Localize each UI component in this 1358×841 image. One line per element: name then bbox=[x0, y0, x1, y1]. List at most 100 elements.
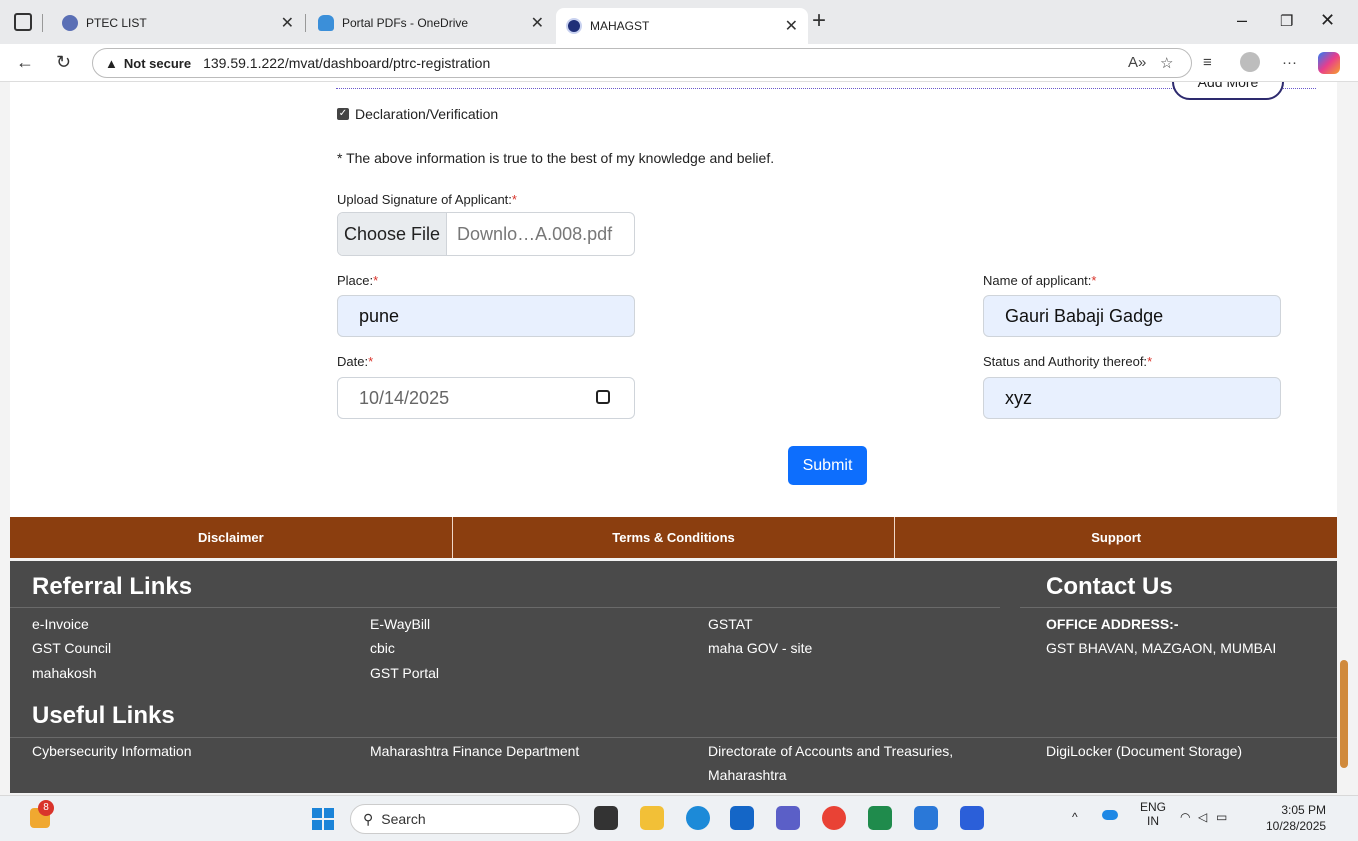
gstat-link[interactable]: GSTAT bbox=[708, 616, 753, 632]
refresh-icon[interactable]: ↻ bbox=[56, 52, 71, 73]
scrollbar-thumb[interactable] bbox=[1340, 660, 1348, 768]
registration-form: Add More ✓ Declaration/Verification * Th… bbox=[10, 82, 1337, 517]
search-placeholder: Search bbox=[381, 811, 426, 827]
restore-button[interactable]: ❐ bbox=[1280, 12, 1293, 30]
more-options-icon[interactable]: ··· bbox=[1282, 54, 1297, 71]
required-mark: * bbox=[511, 192, 517, 207]
applicant-label-text: Name of applicant: bbox=[983, 273, 1092, 288]
battery-icon[interactable]: ▭ bbox=[1216, 810, 1227, 824]
read-aloud-icon[interactable]: A» bbox=[1128, 54, 1146, 71]
choose-file-button[interactable]: Choose File bbox=[338, 213, 448, 255]
gst-council-link[interactable]: GST Council bbox=[32, 640, 111, 656]
required-mark: * bbox=[368, 354, 374, 369]
tab-divider bbox=[42, 14, 43, 32]
address-bar[interactable]: ▲ Not secure 139.59.1.222/mvat/dashboard… bbox=[92, 48, 1192, 78]
windows-taskbar: 8 ⚲ Search ^ ENG IN ◠ ◁ ▭ 3:05 PM 10/28/… bbox=[0, 795, 1358, 841]
word-icon[interactable] bbox=[960, 806, 984, 830]
tab-divider bbox=[305, 14, 306, 32]
status-authority-input[interactable]: xyz bbox=[983, 377, 1281, 419]
favorites-list-icon[interactable]: ≡ bbox=[1203, 54, 1212, 71]
file-explorer-icon[interactable] bbox=[640, 806, 664, 830]
declaration-checkbox-row[interactable]: ✓ Declaration/Verification bbox=[337, 106, 498, 122]
declaration-checkbox[interactable]: ✓ bbox=[337, 108, 349, 120]
taskbar-search[interactable]: ⚲ Search bbox=[350, 804, 580, 834]
disclaimer-link[interactable]: Disclaimer bbox=[10, 517, 453, 558]
url-text[interactable]: 139.59.1.222/mvat/dashboard/ptrc-registr… bbox=[203, 55, 490, 71]
taskbar-clock[interactable]: 3:05 PM 10/28/2025 bbox=[1266, 802, 1326, 834]
copilot-icon[interactable] bbox=[1318, 52, 1340, 74]
close-tab-icon[interactable]: ✕ bbox=[785, 16, 798, 36]
date-input[interactable]: 10/14/2025 bbox=[337, 377, 635, 419]
add-more-button[interactable]: Add More bbox=[1172, 82, 1284, 100]
useful-links-heading: Useful Links bbox=[32, 702, 175, 729]
status-label-text: Status and Authority thereof: bbox=[983, 354, 1148, 369]
section-divider bbox=[336, 88, 1316, 89]
accounts-treasuries-link[interactable]: Directorate of Accounts and Treasuries, bbox=[708, 743, 953, 759]
footer-divider bbox=[10, 607, 1000, 608]
footer-divider bbox=[10, 737, 1337, 738]
notification-badge: 8 bbox=[38, 800, 54, 816]
close-tab-icon[interactable]: ✕ bbox=[531, 13, 544, 33]
new-tab-button[interactable]: + bbox=[812, 8, 826, 34]
declaration-note: * The above information is true to the b… bbox=[337, 150, 775, 166]
mahakosh-link[interactable]: mahakosh bbox=[32, 665, 97, 681]
selected-file-name: Downlo…A.008.pdf bbox=[457, 223, 613, 244]
wifi-icon[interactable]: ◠ bbox=[1180, 810, 1190, 824]
maha-gov-site-link[interactable]: maha GOV - site bbox=[708, 640, 812, 656]
outlook-icon[interactable] bbox=[730, 806, 754, 830]
minimize-button[interactable]: – bbox=[1237, 10, 1247, 31]
date-label-text: Date: bbox=[337, 354, 369, 369]
submit-button[interactable]: Submit bbox=[788, 446, 867, 485]
e-waybill-link[interactable]: E-WayBill bbox=[370, 616, 430, 632]
mahagst-favicon-icon bbox=[62, 15, 78, 31]
profile-avatar[interactable] bbox=[1240, 52, 1260, 72]
warning-triangle-icon: ▲ bbox=[105, 55, 118, 71]
cbic-link[interactable]: cbic bbox=[370, 640, 395, 656]
close-window-button[interactable]: ✕ bbox=[1320, 10, 1335, 31]
gst-portal-link[interactable]: GST Portal bbox=[370, 665, 439, 681]
language-indicator[interactable]: ENG IN bbox=[1140, 800, 1166, 828]
tab-label: PTEC LIST bbox=[86, 16, 147, 30]
status-authority-label: Status and Authority thereof:* bbox=[983, 354, 1152, 369]
task-view-icon[interactable] bbox=[594, 806, 618, 830]
start-button[interactable] bbox=[312, 808, 334, 830]
chrome-icon[interactable] bbox=[822, 806, 846, 830]
favorite-star-icon[interactable]: ☆ bbox=[1160, 54, 1173, 72]
place-label-text: Place: bbox=[337, 273, 374, 288]
e-invoice-link[interactable]: e-Invoice bbox=[32, 616, 89, 632]
tab-mahagst[interactable]: MAHAGST ✕ bbox=[556, 8, 808, 44]
calendar-icon[interactable] bbox=[596, 390, 610, 404]
signature-file-input[interactable]: Choose File Downlo…A.008.pdf bbox=[337, 212, 635, 256]
onedrive-icon[interactable] bbox=[1102, 810, 1118, 820]
applicant-name-input[interactable]: Gauri Babaji Gadge bbox=[983, 295, 1281, 337]
close-tab-icon[interactable]: ✕ bbox=[281, 13, 294, 33]
show-hidden-icons[interactable]: ^ bbox=[1072, 810, 1078, 824]
tab-actions-icon[interactable] bbox=[14, 13, 32, 31]
required-mark: * bbox=[1147, 354, 1153, 369]
address-bar-row: ← ↻ ▲ Not secure 139.59.1.222/mvat/dashb… bbox=[0, 44, 1358, 82]
teams-icon[interactable] bbox=[776, 806, 800, 830]
place-label: Place:* bbox=[337, 273, 378, 288]
signature-label-text: Upload Signature of Applicant: bbox=[337, 192, 512, 207]
accounts-treasuries-link-cont[interactable]: Maharashtra bbox=[708, 767, 787, 783]
date-label: Date:* bbox=[337, 354, 373, 369]
digilocker-link[interactable]: DigiLocker (Document Storage) bbox=[1046, 743, 1242, 759]
edge-browser-icon[interactable] bbox=[686, 806, 710, 830]
tab-label: Portal PDFs - OneDrive bbox=[342, 16, 469, 30]
terms-conditions-link[interactable]: Terms & Conditions bbox=[453, 517, 896, 558]
photos-icon[interactable] bbox=[914, 806, 938, 830]
excel-icon[interactable] bbox=[868, 806, 892, 830]
signature-label: Upload Signature of Applicant:* bbox=[337, 192, 517, 207]
mahagst-favicon-icon bbox=[566, 18, 582, 34]
place-input[interactable]: pune bbox=[337, 295, 635, 337]
cybersecurity-link[interactable]: Cybersecurity Information bbox=[32, 743, 192, 759]
support-link[interactable]: Support bbox=[895, 517, 1337, 558]
back-arrow-icon[interactable]: ← bbox=[16, 52, 34, 73]
clock-date: 10/28/2025 bbox=[1266, 819, 1327, 833]
tab-ptec-list[interactable]: PTEC LIST ✕ bbox=[52, 8, 304, 38]
volume-icon[interactable]: ◁ bbox=[1198, 810, 1207, 824]
applicant-name-label: Name of applicant:* bbox=[983, 273, 1096, 288]
tab-portal-pdfs[interactable]: Portal PDFs - OneDrive ✕ bbox=[308, 8, 554, 38]
not-secure-label[interactable]: Not secure bbox=[124, 56, 191, 71]
finance-department-link[interactable]: Maharashtra Finance Department bbox=[370, 743, 579, 759]
